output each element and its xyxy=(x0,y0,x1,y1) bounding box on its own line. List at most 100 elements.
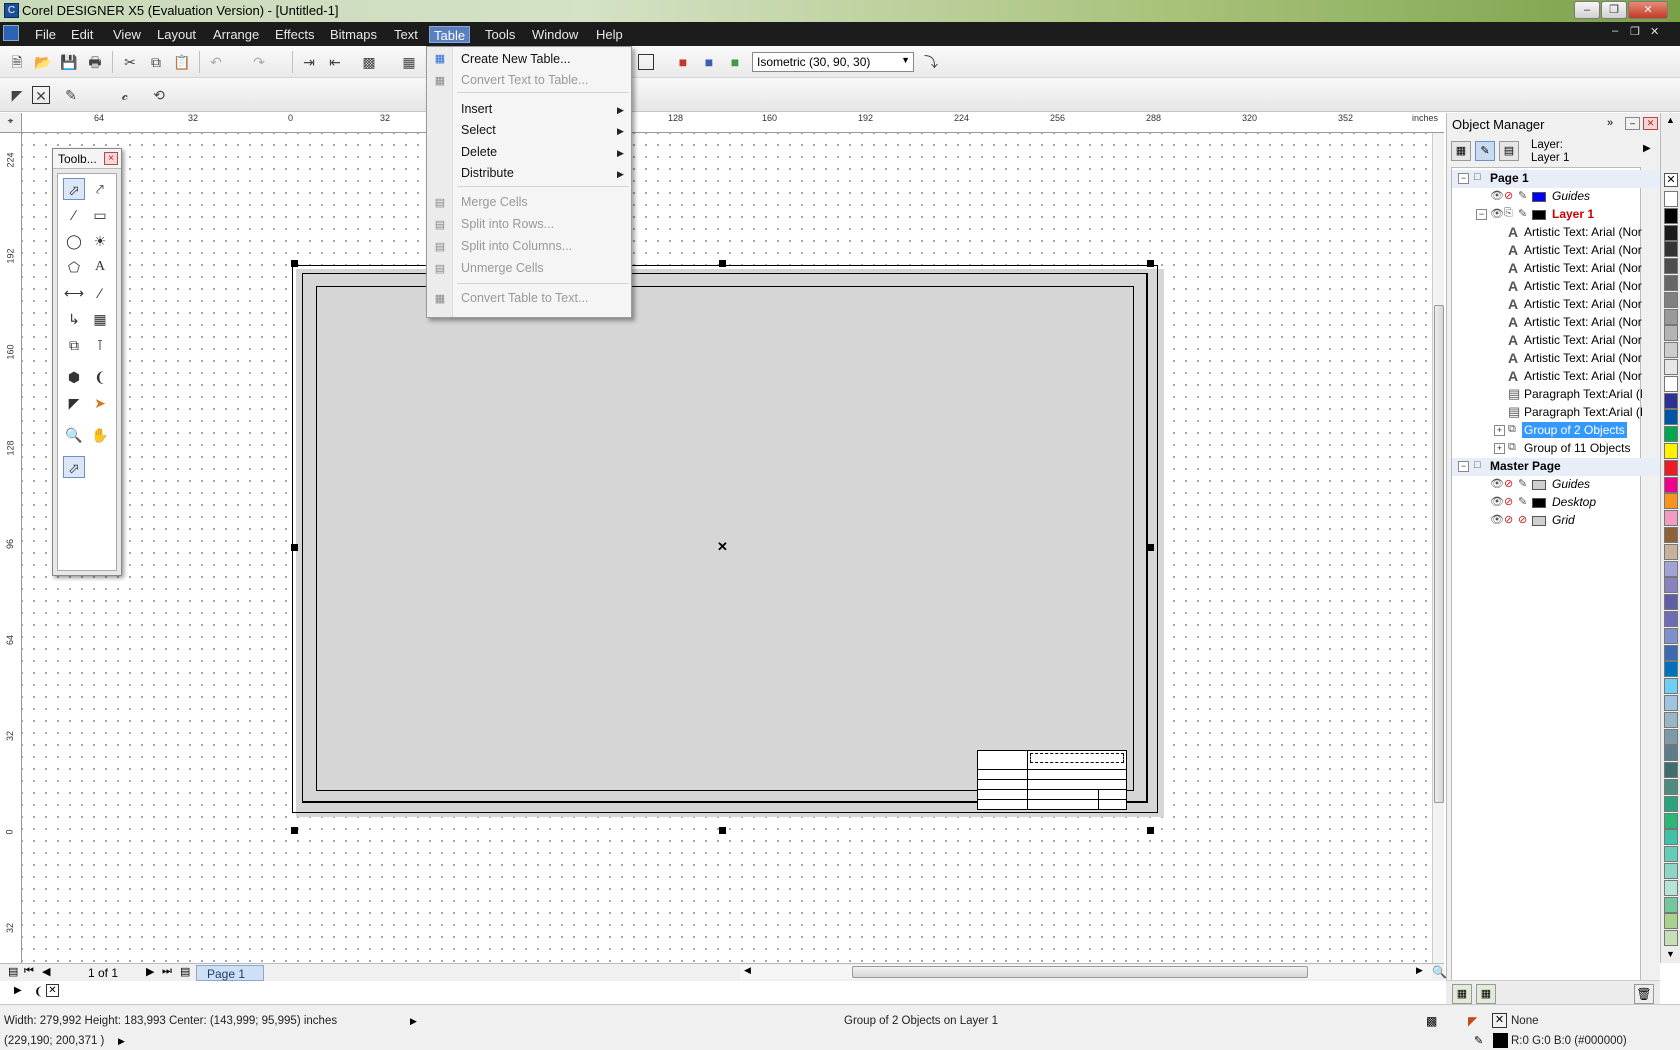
selection-handle[interactable] xyxy=(1147,827,1154,834)
color-swatch[interactable] xyxy=(1664,493,1678,510)
restore-button[interactable]: ❐ xyxy=(1601,1,1627,19)
color-swatch[interactable] xyxy=(1664,745,1678,762)
vertical-scrollbar[interactable] xyxy=(1432,133,1444,963)
color-swatch[interactable] xyxy=(1664,644,1678,661)
projection-settings-icon[interactable]: ⤵ xyxy=(922,53,940,71)
menu-arrange[interactable]: Arrange xyxy=(209,26,263,43)
pencil-icon[interactable]: ✎ xyxy=(1518,495,1527,508)
color-swatch[interactable] xyxy=(1664,224,1678,241)
line-tool-icon[interactable]: ∕ xyxy=(63,204,85,226)
polygon-tool-icon[interactable]: ⬠ xyxy=(63,256,85,278)
color-swatch[interactable] xyxy=(1664,913,1678,930)
drawing-canvas[interactable]: ✕ Toolb... × ⬀ ⤤ ∕ ▭ ◯ ☀ ⬠ A ⟷ ∕ ↳ ▦ ⧉ ⊺… xyxy=(22,133,1432,963)
outline-color-swatch[interactable] xyxy=(1493,1033,1508,1048)
color-swatch[interactable] xyxy=(1664,611,1678,627)
color-swatch[interactable] xyxy=(1664,426,1678,443)
tree-object-artistic-text[interactable]: A Artistic Text: Arial (Norm xyxy=(1452,278,1666,296)
color-swatch[interactable] xyxy=(1664,678,1678,695)
color-swatch[interactable] xyxy=(1664,627,1678,644)
delete-trash-icon[interactable]: 🗑 xyxy=(1634,984,1654,1004)
new-layer-icon[interactable]: ▦ xyxy=(1452,984,1472,1004)
color-swatch[interactable] xyxy=(1664,207,1678,224)
paste-icon[interactable]: 📋 xyxy=(173,53,191,71)
expand-status-icon[interactable]: ▶ xyxy=(118,1036,125,1047)
color-swatch[interactable] xyxy=(1664,728,1678,745)
selection-center-icon[interactable]: ✕ xyxy=(717,539,728,555)
selection-handle[interactable] xyxy=(1147,260,1154,267)
tree-object-artistic-text[interactable]: A Artistic Text: Arial (Norm xyxy=(1452,296,1666,314)
horizontal-scrollbar[interactable]: ◀ ▶ xyxy=(740,965,1432,979)
color-swatch[interactable] xyxy=(1664,762,1678,779)
new-icon[interactable]: 🗎 xyxy=(8,53,26,71)
projection-preset-select[interactable]: Isometric (30, 90, 30) ▼ xyxy=(752,52,914,72)
previous-page-icon[interactable]: ◀ xyxy=(42,965,50,978)
doc-minimize-icon[interactable]: – xyxy=(1612,25,1618,37)
eye-icon[interactable]: 👁 xyxy=(1490,189,1504,202)
color-swatch[interactable] xyxy=(1664,527,1678,543)
menu-tools[interactable]: Tools xyxy=(481,26,519,43)
palette-scroll-up-icon[interactable]: ▲ xyxy=(1666,115,1675,125)
selection-handle[interactable] xyxy=(719,827,726,834)
expand-docker-icon[interactable]: » xyxy=(1607,117,1613,129)
menu-table[interactable]: Table xyxy=(429,26,471,43)
pointer-icon[interactable]: ⬀ xyxy=(63,456,85,478)
menu-view[interactable]: View xyxy=(109,26,145,43)
no-fill-icon[interactable]: ✕ xyxy=(46,984,59,997)
print-icon[interactable]: 🖶 xyxy=(86,53,104,71)
close-icon[interactable]: ✕ xyxy=(1643,117,1658,130)
layer-color-swatch[interactable] xyxy=(1532,480,1546,490)
fill-none-swatch[interactable]: ✕ xyxy=(1492,1013,1507,1028)
welcome-screen-icon[interactable]: ▦ xyxy=(400,53,418,71)
color-swatch[interactable] xyxy=(1664,543,1678,560)
export-icon[interactable]: ⇤ xyxy=(326,53,344,71)
interactive-fill-icon[interactable]: ➤ xyxy=(89,392,111,414)
new-master-layer-icon[interactable]: ▦ xyxy=(1476,984,1496,1004)
tree-object-artistic-text[interactable]: A Artistic Text: Arial (Norm xyxy=(1452,260,1666,278)
layer-color-swatch[interactable] xyxy=(1532,210,1546,220)
expand-icon[interactable]: + xyxy=(1494,443,1505,454)
doc-restore-icon[interactable]: ❐ xyxy=(1630,25,1640,38)
object-styles-icon[interactable]: ⟲ xyxy=(150,86,168,104)
save-icon[interactable]: 💾 xyxy=(60,53,78,71)
palette-scroll-down-icon[interactable]: ▼ xyxy=(1666,949,1675,959)
menu-item-select[interactable]: Select xyxy=(461,123,496,137)
menu-item-insert[interactable]: Insert xyxy=(461,102,492,116)
color-swatch[interactable] xyxy=(1664,863,1678,879)
title-block[interactable] xyxy=(977,750,1127,810)
collapse-icon[interactable]: − xyxy=(1458,461,1469,472)
close-button[interactable]: ✕ xyxy=(1628,1,1668,19)
minimize-button[interactable]: – xyxy=(1574,1,1600,19)
color-swatch[interactable] xyxy=(1664,560,1678,577)
horizontal-scroll-thumb[interactable] xyxy=(852,966,1308,978)
color-swatch[interactable] xyxy=(1664,325,1678,342)
tree-layer-1[interactable]: − 👁 ⎘ ✎ Layer 1 xyxy=(1452,206,1666,224)
text-tool-icon[interactable]: A xyxy=(89,256,111,278)
fill-tool-icon[interactable]: ◤ xyxy=(63,392,85,414)
expand-icon[interactable]: + xyxy=(1494,425,1505,436)
page-tab[interactable]: Page 1 xyxy=(196,965,265,981)
tree-master-desktop[interactable]: 👁 ⊘ ✎ Desktop xyxy=(1452,494,1666,512)
3d-cube-icon[interactable]: ⬢ xyxy=(63,366,85,388)
color-swatch[interactable] xyxy=(1664,661,1678,678)
pick-tool-icon[interactable]: ⬀ xyxy=(63,178,85,200)
eyedropper-icon[interactable]: ❨ xyxy=(34,985,43,998)
edit-across-layers-icon[interactable]: ✎ xyxy=(1475,141,1495,161)
scroll-right-icon[interactable]: ▶ xyxy=(1416,965,1423,976)
ellipse-tool-icon[interactable]: ◯ xyxy=(63,230,85,252)
selection-handle[interactable] xyxy=(291,260,298,267)
first-page-icon[interactable]: ⏮ xyxy=(24,965,34,978)
crop-tool-icon[interactable]: ⊺ xyxy=(89,334,111,356)
tree-layer-guides[interactable]: 👁 ⊘ ✎ Guides xyxy=(1452,188,1666,206)
menu-layout[interactable]: Layout xyxy=(153,26,200,43)
layer-color-swatch[interactable] xyxy=(1532,516,1546,526)
show-properties-icon[interactable]: ▦ xyxy=(1451,141,1471,161)
color-swatch[interactable] xyxy=(1664,795,1678,812)
printer-icon[interactable]: ⊘ xyxy=(1504,477,1513,490)
next-page-icon[interactable]: ▶ xyxy=(146,965,154,978)
front-view-cube-icon[interactable]: ■ xyxy=(700,53,718,71)
selection-handle[interactable] xyxy=(291,544,298,551)
document-icon[interactable] xyxy=(3,25,19,41)
menu-bitmaps[interactable]: Bitmaps xyxy=(326,26,381,43)
table-tool-icon[interactable]: ▦ xyxy=(89,308,111,330)
menu-help[interactable]: Help xyxy=(592,26,627,43)
